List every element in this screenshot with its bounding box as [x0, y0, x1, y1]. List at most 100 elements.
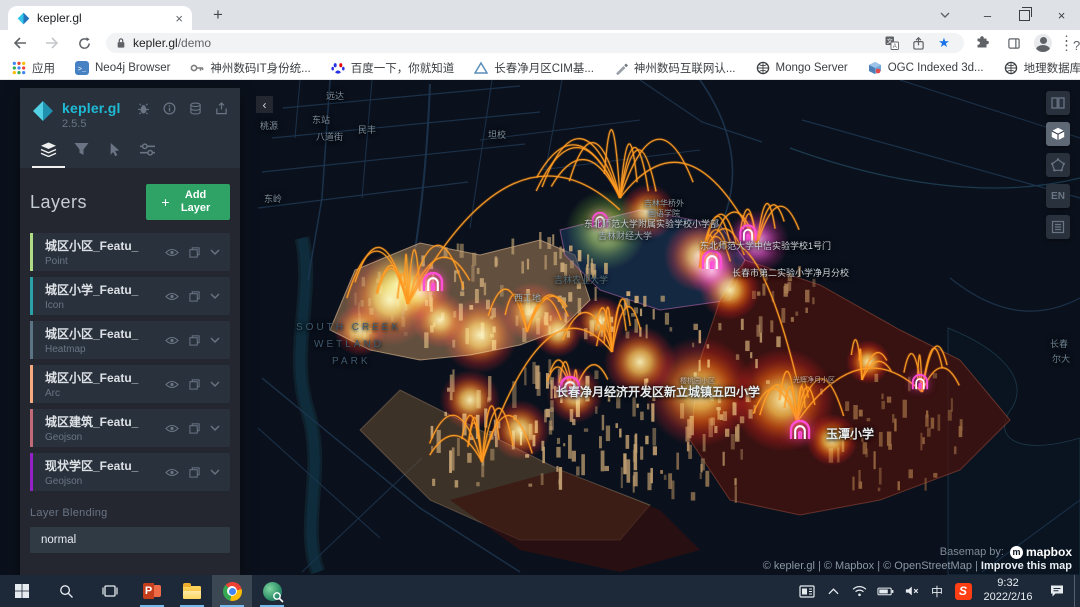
taskbar-gis-app[interactable]: [252, 575, 292, 607]
tray-wifi-icon[interactable]: [846, 575, 872, 607]
close-button[interactable]: ×: [1043, 0, 1080, 30]
taskbar-search-icon[interactable]: [44, 575, 88, 607]
visibility-eye-icon[interactable]: [165, 292, 179, 301]
svg-text:>_: >_: [78, 66, 87, 74]
tray-news-icon[interactable]: [794, 575, 820, 607]
tray-sogou-icon[interactable]: S: [950, 575, 976, 607]
visibility-eye-icon[interactable]: [165, 336, 179, 345]
chrome-menu-icon[interactable]: ⋮⋮?: [1060, 38, 1072, 48]
bookmark-4[interactable]: 百度一下，你就知道: [331, 60, 455, 76]
kepler-favicon: [17, 12, 30, 25]
layer-type-label: Arc: [45, 388, 165, 399]
layer-item-3[interactable]: 城区小区_Featu_Heatmap: [30, 321, 230, 359]
bookmark-2[interactable]: >_Neo4j Browser: [75, 61, 170, 75]
tray-volume-muted-icon[interactable]: [898, 575, 924, 607]
improve-map-link[interactable]: Improve this map: [981, 560, 1072, 572]
restore-button[interactable]: [1006, 0, 1043, 30]
expand-layer-icon[interactable]: [210, 381, 220, 387]
action-center-icon[interactable]: [1040, 575, 1074, 607]
layer-item-4[interactable]: 城区小区_Featu_ Arc: [30, 365, 230, 403]
expand-layer-icon[interactable]: [210, 293, 220, 299]
legend-button[interactable]: [1046, 215, 1070, 239]
duplicate-layer-icon[interactable]: [189, 423, 200, 434]
basemap-by-label: Basemap by:: [940, 546, 1004, 558]
info-icon[interactable]: [163, 102, 176, 115]
back-icon[interactable]: [8, 31, 32, 55]
layer-blending-label: Layer Blending: [30, 507, 230, 519]
layer-name: 城区小区_Featu_: [45, 369, 165, 386]
new-tab-button[interactable]: +: [206, 4, 230, 26]
duplicate-layer-icon[interactable]: [189, 335, 200, 346]
taskbar-file-explorer[interactable]: [172, 575, 212, 607]
show-desktop-button[interactable]: [1074, 575, 1080, 607]
tab-close-icon[interactable]: ×: [175, 12, 183, 25]
bug-report-icon[interactable]: [137, 102, 150, 115]
layer-color-bar: [30, 233, 33, 271]
bookmark-9[interactable]: 地理数据库管理—...: [1004, 60, 1080, 76]
database-icon[interactable]: [189, 102, 202, 115]
sidebar-collapse-button[interactable]: ‹: [256, 96, 273, 113]
tab-interactions[interactable]: [98, 142, 131, 168]
export-icon[interactable]: [215, 102, 228, 115]
mapbox-logo[interactable]: m mapbox: [1010, 545, 1072, 559]
bookmark-label: 神州数码IT身份统...: [210, 60, 310, 76]
duplicate-layer-icon[interactable]: [189, 291, 200, 302]
bookmark-star-icon[interactable]: ★: [934, 34, 954, 52]
tray-chevron-up-icon[interactable]: [820, 575, 846, 607]
draw-polygon-button[interactable]: [1046, 153, 1070, 177]
translate-icon[interactable]: 文A: [882, 34, 902, 52]
expand-layer-icon[interactable]: [210, 337, 220, 343]
visibility-eye-icon[interactable]: [165, 248, 179, 257]
expand-layer-icon[interactable]: [210, 425, 220, 431]
clock-date: 2022/2/16: [984, 591, 1033, 605]
address-bar[interactable]: kepler.gl /demo 文A ★: [106, 33, 964, 53]
extensions-puzzle-icon[interactable]: [970, 31, 994, 55]
toggle-3d-button[interactable]: [1046, 122, 1070, 146]
expand-layer-icon[interactable]: [210, 249, 220, 255]
tab-filters[interactable]: [65, 142, 98, 168]
layer-item-2[interactable]: 城区小学_Featu_Icon: [30, 277, 230, 315]
bookmark-7[interactable]: Mongo Server: [756, 61, 848, 75]
tab-layers[interactable]: [32, 142, 65, 168]
bookmark-3[interactable]: 神州数码IT身份统...: [190, 60, 310, 76]
task-view-icon[interactable]: [88, 575, 132, 607]
visibility-eye-icon[interactable]: [165, 424, 179, 433]
duplicate-layer-icon[interactable]: [189, 247, 200, 258]
url-host: kepler.gl: [133, 36, 178, 50]
duplicate-layer-icon[interactable]: [189, 467, 200, 478]
share-icon[interactable]: [908, 34, 928, 52]
tray-battery-icon[interactable]: [872, 575, 898, 607]
forward-icon[interactable]: [40, 31, 64, 55]
profile-avatar[interactable]: [1034, 34, 1052, 52]
apps-grid-icon: [12, 61, 26, 75]
taskbar-chrome[interactable]: [212, 575, 252, 607]
layer-item-6[interactable]: 现状学区_Featu_Geojson: [30, 453, 230, 491]
minimize-button[interactable]: –: [969, 0, 1006, 30]
tab-basemap-settings[interactable]: [131, 142, 164, 168]
split-map-button[interactable]: [1046, 91, 1070, 115]
taskbar-powerpoint[interactable]: P: [132, 575, 172, 607]
bookmark-5[interactable]: 长春净月区CIM基...: [474, 60, 594, 76]
visibility-eye-icon[interactable]: [165, 380, 179, 389]
browser-tab[interactable]: kepler.gl ×: [8, 6, 192, 30]
start-button[interactable]: [0, 575, 44, 607]
layer-name: 城区建筑_Featu_: [45, 413, 165, 430]
bookmark-8[interactable]: OGC Indexed 3d...: [868, 61, 984, 75]
visibility-eye-icon[interactable]: [165, 468, 179, 477]
taskbar-clock[interactable]: 9:32 2022/2/16: [976, 575, 1040, 607]
duplicate-layer-icon[interactable]: [189, 379, 200, 390]
bookmark-6[interactable]: 神州数码互联网认...: [614, 60, 736, 76]
layer-item-1[interactable]: 城区小区_Featu_Point: [30, 233, 230, 271]
expand-layer-icon[interactable]: [210, 469, 220, 475]
layer-blending-select[interactable]: normal: [30, 527, 230, 553]
reload-icon[interactable]: [72, 31, 96, 55]
bookmark-1[interactable]: 应用: [12, 60, 55, 76]
cube-3d-icon: [868, 61, 882, 75]
map-canvas[interactable]: 远达东站八道街民丰桃源东岭坦校西工地SOUTH CREEKWETLANDPARK…: [0, 80, 1080, 575]
tray-ime-indicator[interactable]: 中: [924, 575, 950, 607]
layer-item-5[interactable]: 城区建筑_Featu_Geojson: [30, 409, 230, 447]
add-layer-button[interactable]: +Add Layer: [146, 184, 230, 220]
locale-button[interactable]: EN: [1046, 184, 1070, 208]
tab-search-icon[interactable]: [932, 0, 958, 30]
side-panel-icon[interactable]: [1002, 31, 1026, 55]
